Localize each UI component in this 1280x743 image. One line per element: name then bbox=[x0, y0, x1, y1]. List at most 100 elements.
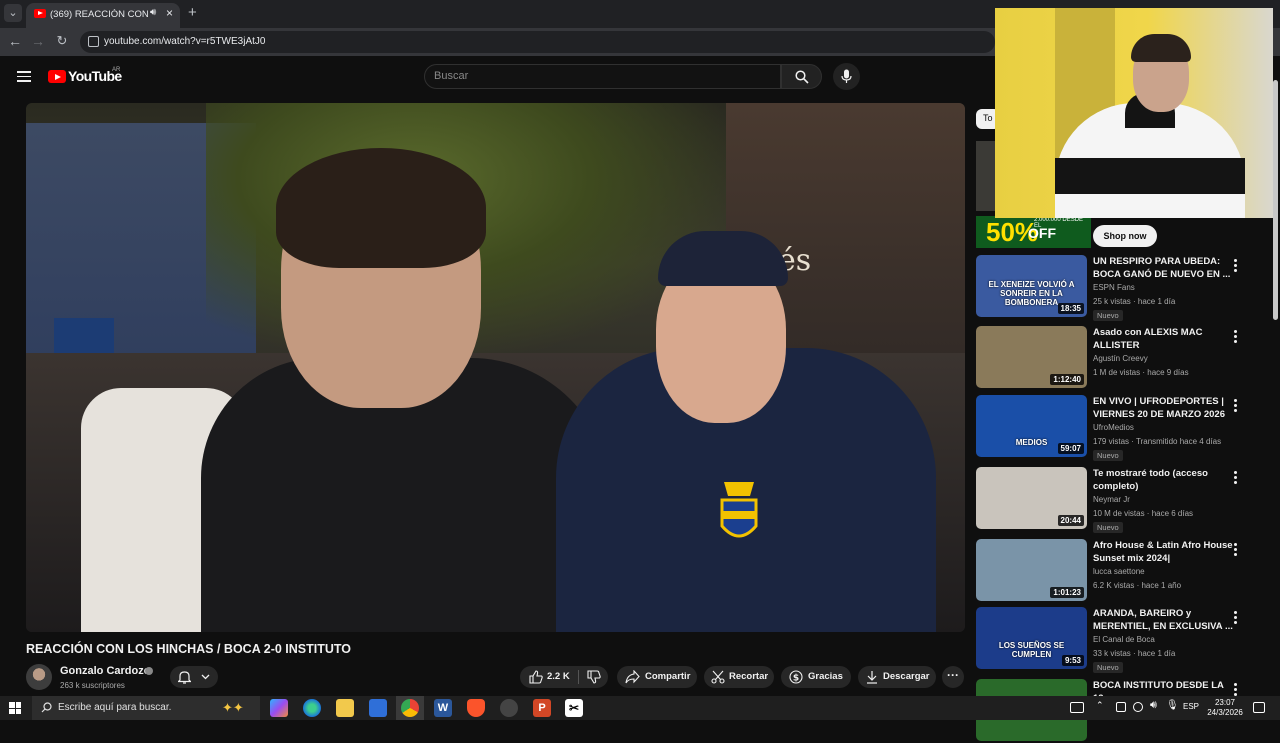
microphone-tray-icon[interactable]: 🎙︎ bbox=[1166, 700, 1179, 711]
share-button[interactable]: Compartir bbox=[617, 666, 697, 688]
dislike-button[interactable] bbox=[580, 666, 608, 688]
super-thanks-icon: $ bbox=[789, 670, 803, 684]
shop-now-button[interactable]: Shop now bbox=[1093, 225, 1157, 247]
ad-banner[interactable]: 50% 2.000.000 DESDE EL OFF bbox=[976, 216, 1091, 248]
menu-icon[interactable] bbox=[17, 71, 31, 82]
edge-icon[interactable] bbox=[303, 699, 321, 717]
voice-search-button[interactable] bbox=[833, 63, 860, 90]
tray-icon[interactable] bbox=[1133, 702, 1143, 712]
recommendation-item[interactable]: MEDIOS 59:07 EN VIVO | UFRODEPORTES | VIER… bbox=[976, 395, 1246, 461]
url-text[interactable]: youtube.com/watch?v=r5TWE3jAtJ0 bbox=[104, 36, 265, 47]
video-player[interactable]: vés bbox=[26, 103, 965, 632]
recommendation-title: EN VIVO | UFRODEPORTES | VIERNES 20 DE M… bbox=[1093, 396, 1225, 420]
keyboard-language[interactable]: ESP bbox=[1183, 702, 1199, 711]
verified-icon bbox=[145, 667, 153, 675]
new-tab-icon[interactable]: + bbox=[188, 4, 197, 21]
recommendation-meta: 179 vistas · Transmitido hace 4 días bbox=[1093, 437, 1222, 446]
search-placeholder: Buscar bbox=[434, 70, 469, 82]
browser-tab[interactable]: (369) REACCIÓN CON LOS HI 🔊︎ × bbox=[26, 3, 180, 28]
thumbs-down-icon bbox=[587, 670, 601, 684]
back-icon[interactable]: ← bbox=[6, 33, 24, 49]
capcut-icon[interactable]: ✂ bbox=[565, 699, 583, 717]
chevron-down-icon bbox=[201, 674, 210, 680]
new-badge: Nuevo bbox=[1093, 450, 1123, 461]
keyboard-icon[interactable] bbox=[1070, 702, 1084, 713]
windows-start-icon[interactable] bbox=[9, 702, 21, 714]
tab-audio-icon[interactable]: 🔊︎ bbox=[150, 7, 156, 18]
youtube-logo-icon[interactable] bbox=[48, 70, 66, 83]
recommendation-thumbnail[interactable]: EL XENEIZE VOLVIÓ A SONREIR EN LA BOMBON… bbox=[976, 255, 1087, 317]
more-vertical-icon[interactable] bbox=[1234, 611, 1238, 626]
chevron-up-icon[interactable]: ⌃ bbox=[1096, 700, 1104, 711]
new-badge: Nuevo bbox=[1093, 310, 1123, 321]
ad-image[interactable] bbox=[976, 141, 996, 211]
recommendation-meta: 33 k vistas · hace 1 día bbox=[1093, 649, 1176, 658]
search-button[interactable] bbox=[781, 64, 822, 89]
recommendation-item[interactable]: 1:12:40 Asado con ALEXIS MAC ALLISTER Agus… bbox=[976, 326, 1246, 390]
recommendation-thumbnail[interactable]: MEDIOS 59:07 bbox=[976, 395, 1087, 457]
file-explorer-icon[interactable] bbox=[336, 699, 354, 717]
duration-badge: 18:35 bbox=[1057, 303, 1084, 314]
recommendation-title: Te mostraré todo (acceso completo) bbox=[1093, 468, 1208, 492]
more-vertical-icon[interactable] bbox=[1234, 471, 1238, 486]
duration-badge: 59:07 bbox=[1057, 443, 1084, 454]
clip-button[interactable]: Recortar bbox=[704, 666, 774, 688]
like-button[interactable]: 2.2 K bbox=[520, 666, 578, 688]
channel-name[interactable]: Gonzalo Cardozo bbox=[60, 665, 150, 677]
chatgpt-icon[interactable] bbox=[500, 699, 518, 717]
subscriber-count: 263 k suscriptores bbox=[60, 681, 125, 690]
taskbar-clock[interactable]: 23:07 24/3/2026 bbox=[1200, 698, 1250, 718]
recommendation-thumbnail[interactable]: 1:12:40 bbox=[976, 326, 1087, 388]
more-actions-button[interactable]: ··· bbox=[942, 666, 964, 688]
recommendation-channel: Agustín Creevy bbox=[1093, 354, 1148, 363]
more-vertical-icon[interactable] bbox=[1234, 259, 1238, 274]
more-vertical-icon[interactable] bbox=[1234, 399, 1238, 414]
notification-button[interactable] bbox=[170, 666, 218, 688]
chrome-icon bbox=[401, 699, 419, 717]
channel-avatar[interactable] bbox=[26, 664, 52, 690]
recommendation-title: ARANDA, BAREIRO y MERENTIEL, EN EXCLUSIV… bbox=[1093, 608, 1233, 632]
recommendation-item[interactable]: 1:01:23 Afro House & Latin Afro House Sun… bbox=[976, 539, 1246, 603]
recommendation-title: Afro House & Latin Afro House Sunset mix… bbox=[1093, 540, 1233, 566]
copilot-icon[interactable] bbox=[270, 699, 288, 717]
page-scrollbar[interactable] bbox=[1270, 56, 1280, 696]
download-icon bbox=[867, 671, 877, 684]
recommendation-title: UN RESPIRO PARA UBEDA: BOCA GANÓ DE NUEV… bbox=[1093, 256, 1231, 280]
taskbar-search[interactable]: Escribe aquí para buscar. ✦✦ bbox=[32, 696, 260, 720]
chrome-active-slot[interactable] bbox=[396, 696, 424, 720]
recommendation-thumbnail[interactable]: 20:44 bbox=[976, 467, 1087, 529]
more-vertical-icon[interactable] bbox=[1234, 543, 1238, 558]
address-bar[interactable]: youtube.com/watch?v=r5TWE3jAtJ0 bbox=[80, 31, 995, 53]
notifications-icon[interactable] bbox=[1253, 702, 1265, 713]
forward-icon[interactable]: → bbox=[29, 33, 47, 49]
scrollbar-thumb[interactable] bbox=[1273, 80, 1278, 320]
brave-icon[interactable] bbox=[467, 699, 485, 717]
tab-search-button[interactable]: ⌄ bbox=[4, 4, 22, 22]
thanks-button[interactable]: $ Gracias bbox=[781, 666, 851, 688]
recommendation-title: Asado con ALEXIS MAC ALLISTER bbox=[1093, 327, 1203, 351]
site-info-icon[interactable] bbox=[88, 36, 99, 47]
recommendation-item[interactable]: LOS SUEÑOS SE CUMPLEN 9:53 ARANDA, BAREIRO… bbox=[976, 607, 1246, 673]
recommendation-item[interactable]: 20:44 Te mostraré todo (acceso completo) N… bbox=[976, 467, 1246, 533]
webcam-overlay bbox=[995, 8, 1273, 218]
duration-badge: 9:53 bbox=[1061, 655, 1084, 666]
recommendation-item[interactable]: EL XENEIZE VOLVIÓ A SONREIR EN LA BOMBON… bbox=[976, 255, 1246, 321]
recommendation-thumbnail[interactable]: 1:01:23 bbox=[976, 539, 1087, 601]
volume-icon[interactable]: 🔊︎ bbox=[1150, 699, 1157, 712]
more-vertical-icon[interactable] bbox=[1234, 330, 1238, 345]
network-icon[interactable] bbox=[1116, 702, 1126, 712]
powerpoint-icon[interactable]: P bbox=[533, 699, 551, 717]
new-badge: Nuevo bbox=[1093, 662, 1123, 673]
tab-close-icon[interactable]: × bbox=[166, 6, 173, 20]
ad-off: OFF bbox=[1028, 225, 1056, 241]
recommendation-meta: 25 k vistas · hace 1 día bbox=[1093, 297, 1176, 306]
recommendation-thumbnail[interactable]: LOS SUEÑOS SE CUMPLEN 9:53 bbox=[976, 607, 1087, 669]
search-input[interactable]: Buscar bbox=[424, 64, 781, 89]
word-icon[interactable]: W bbox=[434, 699, 452, 717]
pill-divider bbox=[578, 670, 579, 684]
webcam-person-hair bbox=[1131, 34, 1191, 62]
reload-icon[interactable]: ↻ bbox=[53, 33, 71, 49]
clock-date: 24/3/2026 bbox=[1207, 708, 1243, 717]
store-icon[interactable] bbox=[369, 699, 387, 717]
download-button[interactable]: Descargar bbox=[858, 666, 936, 688]
